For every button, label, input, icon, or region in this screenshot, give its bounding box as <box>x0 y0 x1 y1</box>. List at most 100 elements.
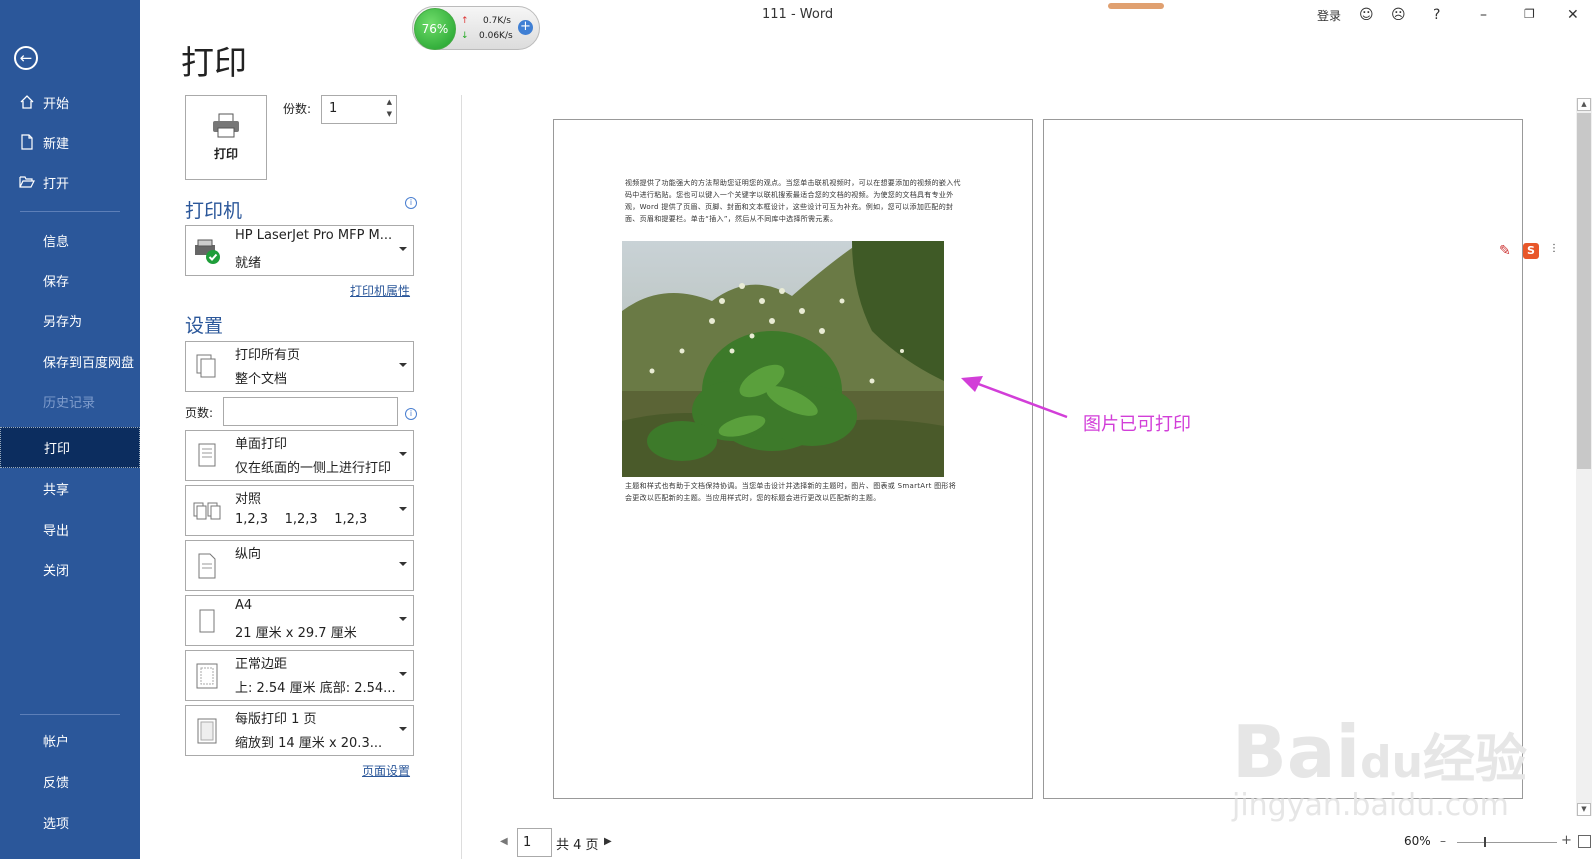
pages-input[interactable] <box>223 397 398 426</box>
sidebar-item-label: 共享 <box>43 482 70 498</box>
pages-per-sheet-dropdown[interactable]: 每版打印 1 页 缩放到 14 厘米 x 20.3... <box>185 705 414 756</box>
info-icon[interactable]: i <box>405 197 417 209</box>
next-page-icon[interactable]: ▶ <box>604 836 612 847</box>
setting-subtitle: 缩放到 14 厘米 x 20.3... <box>235 736 383 751</box>
plant-photo-image <box>622 241 944 477</box>
sidebar-item-label: 保存 <box>43 274 70 290</box>
prev-page-icon[interactable]: ◀ <box>500 836 508 847</box>
copies-label: 份数: <box>283 102 312 116</box>
sidebar-item-label: 打开 <box>43 176 70 192</box>
preview-page-2 <box>1043 119 1523 799</box>
printer-ready-icon <box>195 239 220 264</box>
sidebar-item-options[interactable]: 选项 <box>0 802 140 842</box>
sidebar-item-share[interactable]: 共享 <box>0 468 140 508</box>
page-title: 打印 <box>181 43 247 82</box>
sidebar-item-save-baidu[interactable]: 保存到百度网盘 <box>0 341 140 381</box>
floating-toolbar: ✎ S ⋮ <box>1493 241 1563 265</box>
setting-title: A4 <box>235 598 253 613</box>
panel-divider <box>461 95 462 859</box>
printer-dropdown[interactable]: HP LaserJet Pro MFP M... 就绪 <box>185 225 414 276</box>
sidebar-item-save-as[interactable]: 另存为 <box>0 300 140 340</box>
back-arrow-icon[interactable]: ← <box>14 46 38 70</box>
zoom-slider-thumb[interactable] <box>1484 837 1486 847</box>
window-title: 111 - Word <box>762 7 834 22</box>
chevron-down-icon <box>399 507 407 511</box>
upload-speed: 0.7K/s <box>483 16 511 26</box>
sidebar-item-new[interactable]: 新建 <box>0 122 140 162</box>
sidebar-item-label: 关闭 <box>43 563 70 579</box>
sidebar-item-info[interactable]: 信息 <box>0 220 140 260</box>
paper-size-dropdown[interactable]: A4 21 厘米 x 29.7 厘米 <box>185 595 414 646</box>
spin-down-icon[interactable]: ▼ <box>387 110 392 118</box>
setting-title: 单面打印 <box>235 437 288 452</box>
setting-subtitle: 整个文档 <box>235 372 288 387</box>
vertical-scrollbar[interactable]: ▲ ▼ <box>1576 98 1592 816</box>
sogou-icon[interactable]: S <box>1523 243 1539 259</box>
copies-value: 1 <box>329 101 338 116</box>
annotation-text: 图片已可打印 <box>1083 414 1191 435</box>
paper-icon <box>199 609 215 633</box>
sidebar-item-label: 打印 <box>44 442 71 457</box>
sidebar-divider <box>20 211 120 212</box>
chevron-down-icon <box>399 727 407 731</box>
sidebar-item-account[interactable]: 帐户 <box>0 720 140 760</box>
copies-stepper[interactable]: 1 ▲ ▼ <box>321 95 397 124</box>
sidebar-item-close[interactable]: 关闭 <box>0 549 140 589</box>
restore-icon[interactable]: ❐ <box>1524 7 1535 21</box>
zoom-out-icon[interactable]: – <box>1440 834 1446 848</box>
setting-title: 每版打印 1 页 <box>235 712 317 727</box>
chevron-down-icon <box>399 247 407 251</box>
page-setup-link[interactable]: 页面设置 <box>362 762 410 779</box>
plus-icon[interactable]: + <box>518 20 533 35</box>
one-sided-icon <box>198 443 216 467</box>
annotation-arrow <box>961 376 1068 419</box>
sides-dropdown[interactable]: 单面打印 仅在纸面的一侧上进行打印 <box>185 430 414 481</box>
download-arrow-icon: ↓ <box>461 31 469 41</box>
backstage-sidebar: ← 开始 新建 打开 信息 保存 另存为 保存到百度网盘 历史记录 打印 共享 … <box>0 0 140 859</box>
zoom-level[interactable]: 60% <box>1404 834 1431 848</box>
orientation-dropdown[interactable]: 纵向 <box>185 540 414 591</box>
sidebar-item-open[interactable]: 打开 <box>0 162 140 202</box>
pdf-icon[interactable]: ✎ <box>1499 243 1511 259</box>
print-range-dropdown[interactable]: 打印所有页 整个文档 <box>185 341 414 392</box>
printer-properties-link[interactable]: 打印机属性 <box>350 282 410 299</box>
close-icon[interactable]: ✕ <box>1567 7 1579 23</box>
login-link[interactable]: 登录 <box>1317 7 1341 24</box>
sidebar-item-print[interactable]: 打印 <box>0 427 140 468</box>
spin-up-icon[interactable]: ▲ <box>387 98 392 106</box>
margins-dropdown[interactable]: 正常边距 上: 2.54 厘米 底部: 2.54... <box>185 650 414 701</box>
info-icon[interactable]: i <box>405 408 417 420</box>
sidebar-item-label: 历史记录 <box>43 395 96 411</box>
sidebar-item-label: 选项 <box>43 816 70 832</box>
scrollbar-thumb[interactable] <box>1577 113 1591 469</box>
scroll-up-icon[interactable]: ▲ <box>1577 98 1591 111</box>
progress-bar <box>1108 3 1164 9</box>
margins-icon <box>196 663 218 689</box>
network-monitor-widget[interactable]: 76% ↑ 0.7K/s ↓ 0.06K/s + <box>412 6 540 50</box>
preview-paragraph-2: 主题和样式也有助于文档保持协调。当您单击设计并选择新的主题时，图片、图表或 Sm… <box>625 482 957 502</box>
setting-title: 打印所有页 <box>235 348 301 363</box>
folder-open-icon <box>19 176 35 188</box>
sidebar-item-home[interactable]: 开始 <box>0 82 140 122</box>
minimize-icon[interactable]: – <box>1480 7 1487 23</box>
print-button[interactable]: 打印 <box>185 95 267 180</box>
help-icon[interactable]: ? <box>1433 7 1440 23</box>
frown-icon[interactable]: ☹ <box>1391 7 1406 23</box>
scroll-down-icon[interactable]: ▼ <box>1577 803 1591 816</box>
sidebar-item-feedback[interactable]: 反馈 <box>0 761 140 801</box>
printer-heading: 打印机 <box>185 200 243 222</box>
smiley-icon[interactable]: ☺ <box>1359 7 1374 23</box>
more-icon[interactable]: ⋮ <box>1549 243 1559 254</box>
zoom-in-icon[interactable]: + <box>1561 833 1572 848</box>
zoom-slider[interactable] <box>1457 842 1557 843</box>
chevron-down-icon <box>399 562 407 566</box>
sidebar-item-export[interactable]: 导出 <box>0 509 140 549</box>
page-number-input[interactable]: 1 <box>517 828 552 857</box>
sidebar-item-label: 帐户 <box>43 734 70 750</box>
all-pages-icon <box>196 354 216 378</box>
collate-dropdown[interactable]: 对照 1,2,3 1,2,3 1,2,3 <box>185 485 414 536</box>
sidebar-item-save[interactable]: 保存 <box>0 260 140 300</box>
setting-subtitle: 仅在纸面的一侧上进行打印 <box>235 461 392 476</box>
fit-page-icon[interactable] <box>1578 835 1591 848</box>
sidebar-item-label: 开始 <box>43 96 70 112</box>
